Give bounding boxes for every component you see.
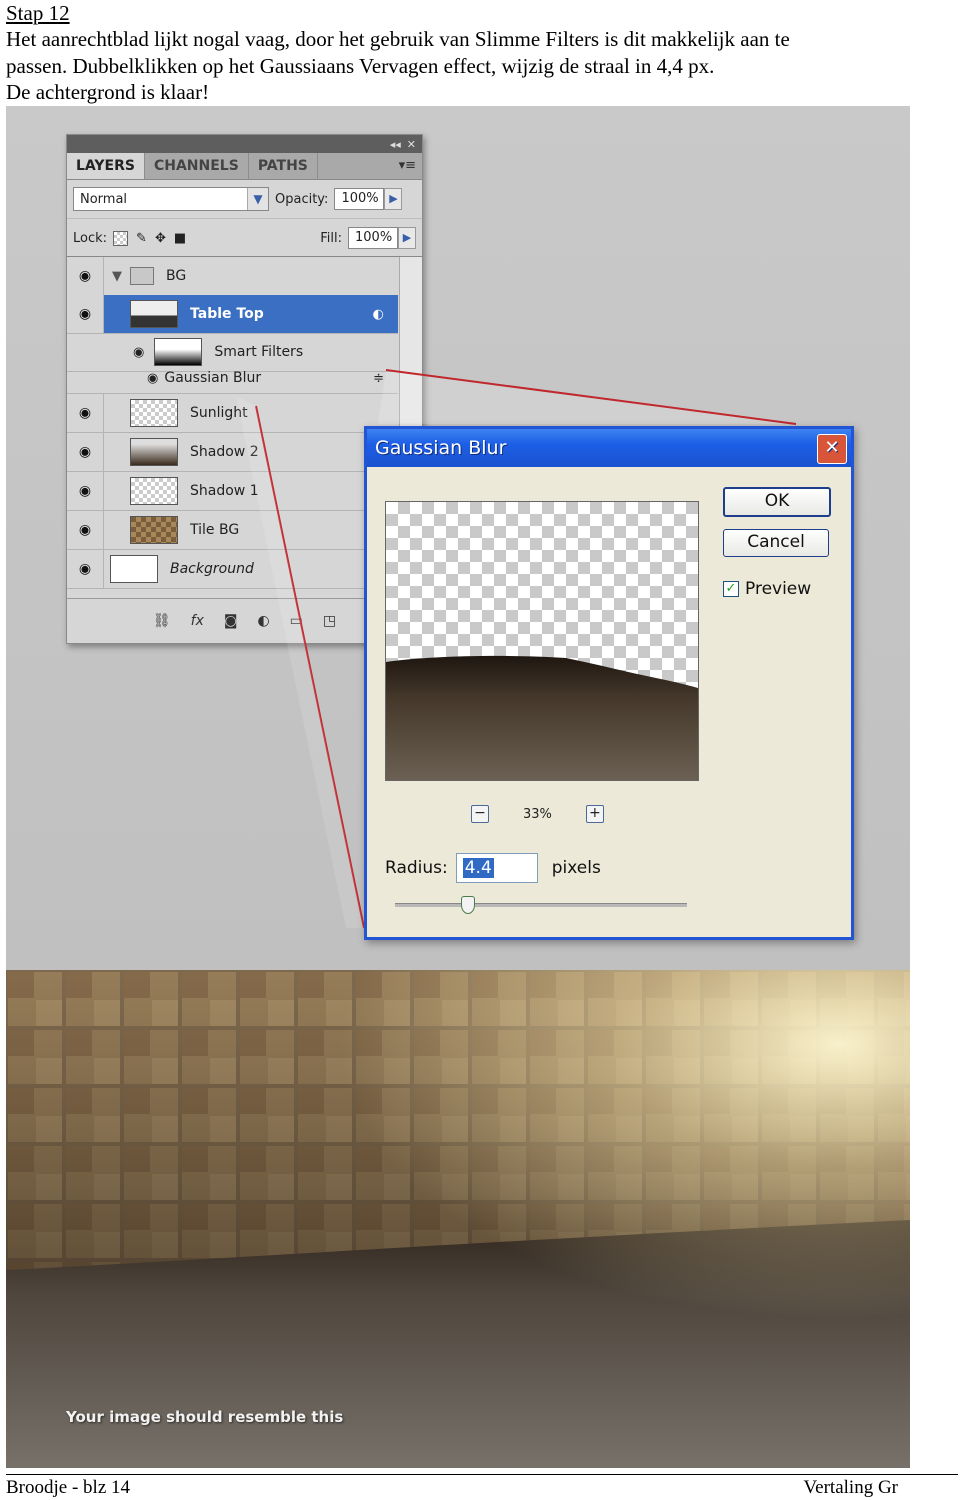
ok-button[interactable]: OK — [723, 487, 831, 517]
photoshop-screenshot: ◂◂ ✕ LAYERS CHANNELS PATHS ▾≡ Normal ▼ O… — [6, 106, 910, 970]
radius-value: 4.4 — [462, 858, 494, 878]
result-image: Your image should resemble this — [6, 970, 910, 1468]
blur-preview[interactable] — [385, 501, 699, 781]
result-scene — [6, 970, 910, 1468]
footer-divider — [6, 1474, 958, 1475]
preview-checkbox[interactable]: ✓ — [723, 581, 739, 597]
paragraph-line: passen. Dubbelklikken op het Gaussiaans … — [6, 53, 715, 78]
preview-checkbox-row[interactable]: ✓ Preview — [723, 579, 811, 599]
zoom-in-button[interactable]: + — [585, 805, 604, 823]
paragraph-line: De achtergrond is klaar! — [6, 80, 210, 104]
result-caption: Your image should resemble this — [66, 1408, 344, 1426]
zoom-out-button[interactable]: − — [471, 805, 489, 823]
zoom-value: 33% — [523, 806, 552, 822]
cancel-button[interactable]: Cancel — [723, 529, 829, 557]
dialog-titlebar: Gaussian Blur ✕ — [367, 429, 851, 467]
paragraph-line: Het aanrechtblad lijkt nogal vaag, door … — [6, 27, 790, 51]
preview-label: Preview — [745, 579, 812, 599]
instruction-paragraph: Het aanrechtblad lijkt nogal vaag, door … — [6, 26, 906, 106]
footer-page: Broodje - blz 14 — [6, 1477, 131, 1498]
step-title: Stap 12 — [6, 1, 70, 25]
slider-thumb[interactable] — [461, 896, 475, 914]
footer-credit: Vertaling Gr — [803, 1477, 898, 1498]
dialog-title: Gaussian Blur — [375, 437, 507, 459]
radius-unit: pixels — [551, 858, 601, 878]
radius-row: Radius: 4.4 pixels — [385, 853, 601, 883]
radius-input[interactable]: 4.4 — [455, 853, 538, 883]
radius-label: Radius: — [385, 858, 448, 878]
radius-slider[interactable] — [395, 896, 687, 914]
gaussian-blur-dialog: Gaussian Blur ✕ OK Cancel ✓ Preview − 33… — [364, 426, 854, 940]
zoom-controls: − 33% + — [471, 805, 604, 823]
close-icon[interactable]: ✕ — [817, 434, 847, 464]
